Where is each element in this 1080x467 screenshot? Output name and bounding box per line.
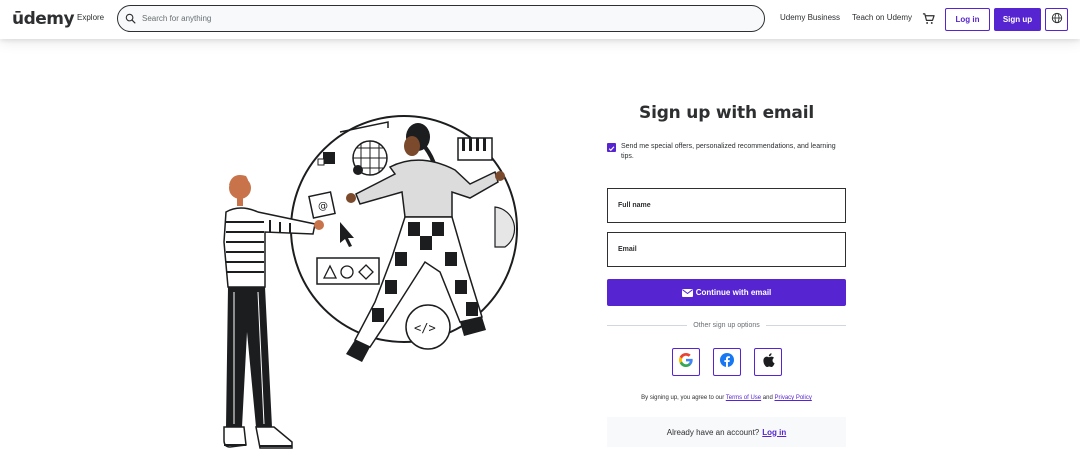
- marketing-checkbox[interactable]: [607, 143, 616, 152]
- svg-text:@: @: [318, 201, 328, 212]
- terms-and: and: [762, 395, 773, 401]
- continue-with-email-button[interactable]: Continue with email: [607, 279, 846, 306]
- mail-icon: [681, 288, 693, 297]
- google-icon: [679, 352, 693, 372]
- top-nav-bar: ūdemy Explore Udemy Business Teach on Ud…: [0, 0, 1080, 39]
- google-signup-button[interactable]: [672, 348, 700, 376]
- search-bar[interactable]: [117, 5, 765, 32]
- continue-label: Continue with email: [695, 288, 772, 297]
- divider-line-right: [765, 325, 847, 326]
- explore-link[interactable]: Explore: [77, 13, 104, 22]
- login-button[interactable]: Log in: [945, 8, 990, 31]
- already-have-account-text: Already have an account?: [666, 427, 760, 437]
- udemy-logo[interactable]: ūdemy: [12, 9, 75, 29]
- other-options-divider: Other sign up options: [607, 322, 847, 329]
- facebook-signup-button[interactable]: [713, 348, 741, 376]
- form-title: Sign up with email: [639, 103, 814, 123]
- fullname-label: Full name: [618, 202, 651, 209]
- privacy-policy-link[interactable]: Privacy Policy: [774, 395, 811, 401]
- cart-icon[interactable]: [922, 12, 935, 25]
- terms-of-use-link[interactable]: Terms of Use: [726, 395, 761, 401]
- search-input[interactable]: [142, 14, 742, 23]
- already-have-account-panel: Already have an account? Log in: [607, 417, 846, 447]
- udemy-business-link[interactable]: Udemy Business: [780, 13, 840, 22]
- terms-prefix: By signing up, you agree to our: [641, 395, 725, 401]
- other-options-label: Other sign up options: [693, 322, 760, 329]
- logo-text: ūdemy: [12, 9, 75, 29]
- apple-signup-button[interactable]: [754, 348, 782, 376]
- login-link[interactable]: Log in: [762, 428, 786, 437]
- email-label: Email: [618, 246, 637, 253]
- checkmark-icon: [608, 139, 615, 157]
- apple-icon: [762, 352, 775, 372]
- terms-text: By signing up, you agree to our Terms of…: [607, 395, 846, 401]
- facebook-icon: [720, 352, 734, 372]
- language-button[interactable]: [1045, 8, 1068, 31]
- divider-line-left: [607, 325, 688, 326]
- signup-button[interactable]: Sign up: [994, 8, 1041, 31]
- signup-illustration: @ </>: [220, 112, 525, 457]
- search-icon: [124, 13, 136, 25]
- fullname-field[interactable]: Full name: [607, 188, 846, 223]
- marketing-opt-in[interactable]: Send me special offers, personalized rec…: [607, 142, 846, 162]
- email-field[interactable]: Email: [607, 232, 846, 267]
- globe-icon: [1051, 11, 1063, 29]
- teach-on-udemy-link[interactable]: Teach on Udemy: [852, 13, 912, 22]
- svg-text:</>: </>: [414, 321, 436, 335]
- marketing-checkbox-label: Send me special offers, personalized rec…: [621, 143, 836, 160]
